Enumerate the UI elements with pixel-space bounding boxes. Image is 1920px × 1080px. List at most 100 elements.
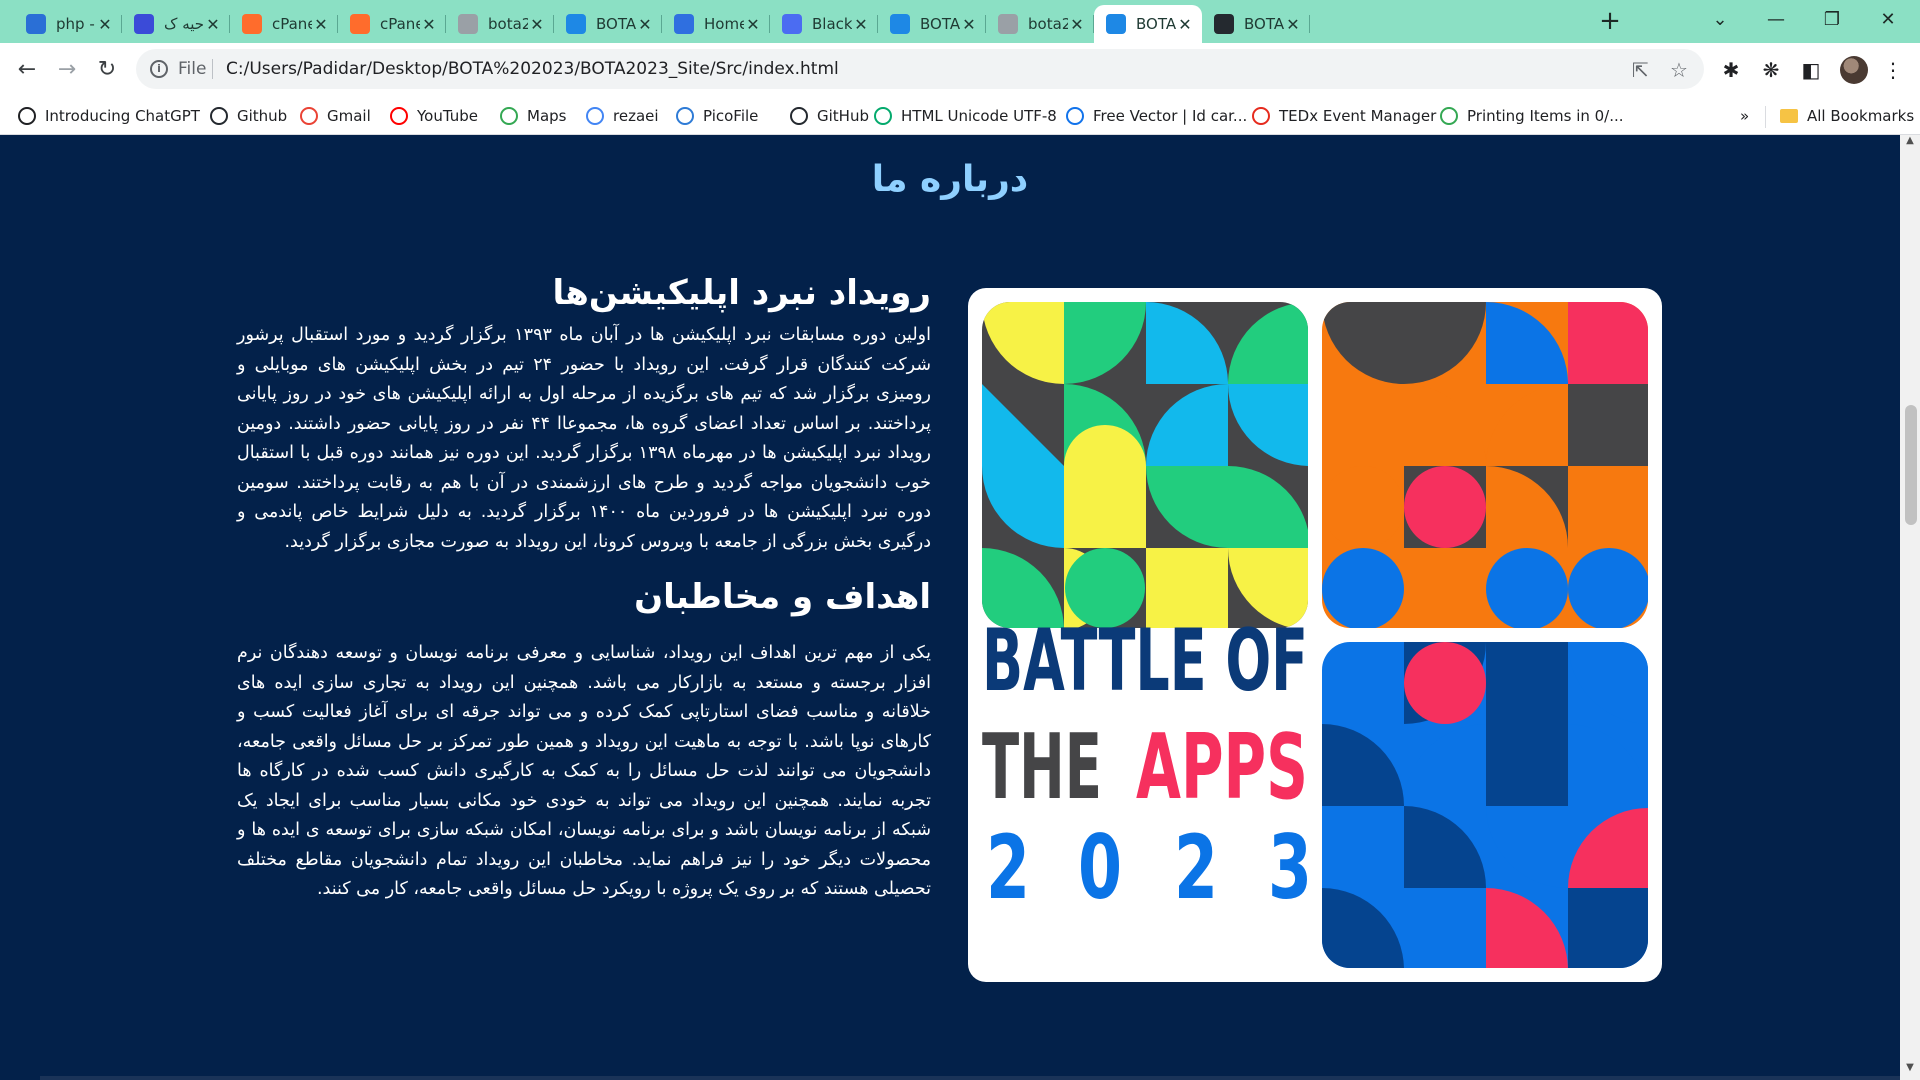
tab-11[interactable]: BOTA ✕ [1094,5,1202,43]
globe-icon [458,14,478,34]
bookmark-6[interactable]: rezaei [586,105,659,127]
tab-9[interactable]: BOTA ✕ [878,5,986,43]
tab-7[interactable]: Home ✕ [662,5,770,43]
scroll-up-icon[interactable]: ▲ [1900,135,1920,153]
tab-label: bota20 [488,15,528,33]
poster-title-apps: APPS [1136,715,1308,820]
bookmark-10[interactable]: Free Vector | Id car... [1066,105,1247,127]
tab-6[interactable]: BOTA ✕ [554,5,662,43]
battle-of-the-apps-poster: BATTLE OF THE APPS 2023 [968,288,1662,982]
youtube-icon [390,107,408,125]
close-tab-icon[interactable]: ✕ [744,15,762,34]
close-tab-icon[interactable]: ✕ [204,15,222,34]
tab-12[interactable]: BOTA2✕ [1202,5,1310,43]
goals-heading: اهداف و مخاطبان [634,577,931,617]
close-tab-icon[interactable]: ✕ [420,15,438,34]
close-tab-icon[interactable]: ✕ [528,15,546,34]
tab-2[interactable]: ناحیه ک✕ [122,5,230,43]
bookmark-8[interactable]: GitHub [790,105,869,127]
circle-logo-icon [674,14,694,34]
chatgpt-extension-icon[interactable]: ❋ [1758,57,1784,83]
browser-toolbar: ← → ↻ i File C:/Users/Padidar/Desktop/BO… [0,43,1920,97]
bookmark-star-icon[interactable]: ☆ [1670,58,1688,82]
menu-icon[interactable]: ⋮ [1880,57,1906,83]
bookmark-11[interactable]: TEDx Event Manager [1252,105,1436,127]
page-content: درباره ما رویداد نبرد اپلیکیشن‌ها اولین … [0,135,1900,1080]
bookmark-label: Gmail [327,107,371,125]
bookmark-2[interactable]: Github [210,105,287,127]
document-icon [26,14,46,34]
tab-5[interactable]: bota20✕ [446,5,554,43]
event-heading: رویداد نبرد اپلیکیشن‌ها [552,273,932,313]
close-tab-icon[interactable]: ✕ [636,15,654,34]
bookmark-12[interactable]: Printing Items in 0/... [1440,105,1624,127]
tab-label: ناحیه ک [164,15,204,33]
address-bar[interactable]: i File C:/Users/Padidar/Desktop/BOTA%202… [136,49,1704,89]
minimize-icon[interactable]: — [1756,4,1796,36]
close-tab-icon[interactable]: ✕ [1176,15,1194,34]
bookmark-label: Introducing ChatGPT [45,107,200,125]
cpanel-icon [242,14,262,34]
scrollbar-thumb[interactable] [1905,405,1917,525]
close-tab-icon[interactable]: ✕ [1068,15,1086,34]
close-window-icon[interactable]: ✕ [1868,4,1908,36]
restore-icon[interactable]: ❐ [1812,4,1852,36]
poster-year-digit: 3 [1268,816,1312,919]
section-title: درباره ما [871,159,1029,200]
all-bookmarks-label: All Bookmarks [1807,107,1915,125]
extensions-icon[interactable]: ✱ [1718,57,1744,83]
about-text-column: رویداد نبرد اپلیکیشن‌ها اولین دوره مسابق… [237,265,931,905]
close-tab-icon[interactable]: ✕ [1284,15,1302,34]
bookmarks-overflow-button[interactable]: » [1740,105,1749,127]
bookmark-3[interactable]: Gmail [300,105,371,127]
goals-paragraph: یکی از مهم ترین اهداف این رویداد، شناسای… [237,643,931,899]
bookmark-label: PicoFile [703,107,759,125]
tedx-icon [1252,107,1270,125]
poster-title-the: THE [982,715,1102,820]
tab-search-icon[interactable]: ⌄ [1700,4,1740,36]
github-icon [1214,14,1234,34]
tab-1[interactable]: php - I✕ [14,5,122,43]
all-bookmarks-button[interactable]: All Bookmarks [1780,105,1914,127]
forward-button[interactable]: → [52,55,82,85]
close-tab-icon[interactable]: ✕ [312,15,330,34]
site-info-icon[interactable]: i [150,60,168,78]
close-tab-icon[interactable]: ✕ [960,15,978,34]
tab-separator [1309,15,1310,33]
address-divider [212,59,213,79]
bookmark-label: GitHub [817,107,869,125]
address-scheme: File [178,59,207,79]
bookmark-4[interactable]: YouTube [390,105,478,127]
poster-art: BATTLE OF THE APPS 2023 [982,302,1648,968]
close-tab-icon[interactable]: ✕ [852,15,870,34]
bookmark-5[interactable]: Maps [500,105,566,127]
vertical-scrollbar[interactable]: ▲ ▼ [1900,135,1920,1080]
new-tab-button[interactable]: + [1596,8,1624,36]
close-tab-icon[interactable]: ✕ [96,15,114,34]
tab-3[interactable]: cPanel✕ [230,5,338,43]
bookmarks-separator [1765,106,1766,128]
back-button[interactable]: ← [12,55,42,85]
side-panel-icon[interactable]: ◧ [1798,57,1824,83]
poster-year-digit: 2 [986,816,1030,919]
horizontal-scroll-track[interactable] [40,1076,1900,1080]
tab-label: BOTA2 [1244,15,1284,33]
cpanel-icon [350,14,370,34]
bookmark-1[interactable]: Introducing ChatGPT [18,105,200,127]
bookmarks-bar: Introducing ChatGPT Github Gmail YouTube Map… [0,97,1920,135]
tab-label: BOTA [1136,15,1176,33]
tab-8[interactable]: Black I✕ [770,5,878,43]
share-icon[interactable]: ⇱ [1632,58,1649,82]
bota-icon [1106,14,1126,34]
profile-avatar[interactable] [1840,56,1868,84]
address-url[interactable]: C:/Users/Padidar/Desktop/BOTA%202023/BOT… [226,59,839,79]
bookmark-9[interactable]: HTML Unicode UTF-8 [874,105,1057,127]
bookmark-7[interactable]: PicoFile [676,105,758,127]
reload-button[interactable]: ↻ [92,55,122,85]
bota-icon [566,14,586,34]
tab-10[interactable]: bota20✕ [986,5,1094,43]
tab-label: bota20 [1028,15,1068,33]
bookmark-label: Printing Items in 0/... [1467,107,1624,125]
scroll-down-icon[interactable]: ▼ [1900,1062,1920,1080]
tab-4[interactable]: cPanel✕ [338,5,446,43]
